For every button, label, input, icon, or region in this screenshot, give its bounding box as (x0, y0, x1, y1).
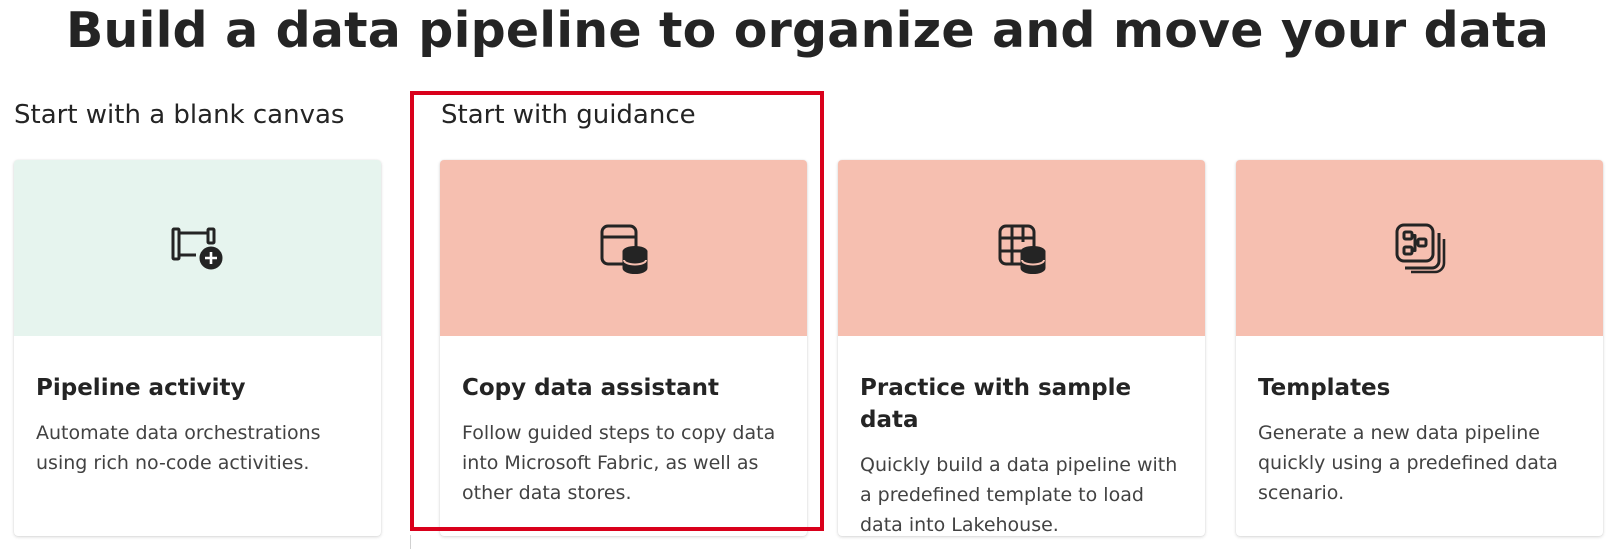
card-description: Automate data orchestrations using rich … (36, 422, 321, 474)
card-description: Quickly build a data pipeline with a pre… (860, 454, 1178, 536)
card-header (14, 160, 381, 336)
pipeline-add-icon (170, 225, 226, 271)
copy-data-assistant-card[interactable]: Copy data assistant Follow guided steps … (440, 160, 807, 536)
pipeline-activity-card[interactable]: Pipeline activity Automate data orchestr… (14, 160, 381, 536)
section-title-blank-canvas: Start with a blank canvas (14, 100, 345, 130)
card-header (440, 160, 807, 336)
card-title: Templates (1258, 375, 1391, 401)
card-title: Copy data assistant (462, 375, 720, 401)
sample-data-icon (996, 222, 1048, 274)
card-title: Practice with sample data (860, 375, 1132, 433)
card-description: Follow guided steps to copy data into Mi… (462, 422, 776, 504)
templates-card[interactable]: Templates Generate a new data pipeline q… (1236, 160, 1603, 536)
card-title: Pipeline activity (36, 375, 246, 401)
practice-sample-data-card[interactable]: Practice with sample data Quickly build … (838, 160, 1205, 536)
card-header (838, 160, 1205, 336)
page-title: Build a data pipeline to organize and mo… (65, 2, 1550, 59)
section-title-guidance: Start with guidance (441, 100, 696, 130)
copy-data-icon (598, 222, 650, 274)
card-description: Generate a new data pipeline quickly usi… (1258, 422, 1558, 504)
templates-icon (1394, 222, 1446, 274)
card-header (1236, 160, 1603, 336)
section-divider (410, 535, 411, 549)
